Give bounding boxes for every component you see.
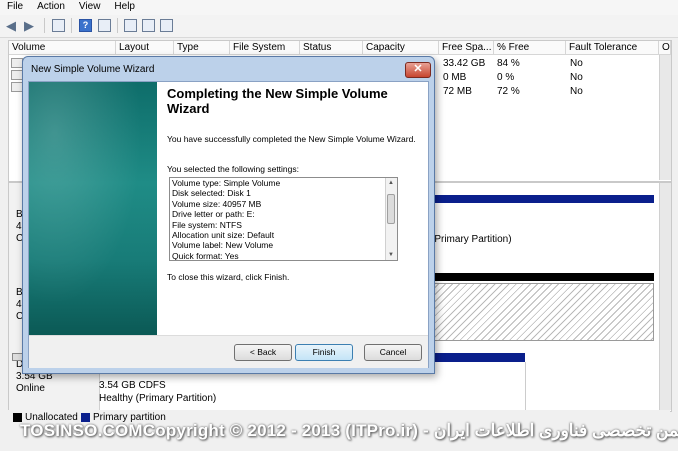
menu-file[interactable]: File	[0, 0, 30, 15]
settings-line: File system: NTFS	[172, 219, 242, 230]
wizard-content: Completing the New Simple Volume Wizard …	[28, 81, 429, 368]
settings-line: Volume label: New Volume	[172, 240, 274, 251]
settings-line: Volume size: 40957 MB	[172, 198, 262, 209]
back-arrow-icon[interactable]: ◀	[6, 19, 19, 32]
settings-summary-box[interactable]: Volume type: Simple Volume Disk selected…	[169, 177, 398, 261]
settings-line: Volume type: Simple Volume	[172, 178, 281, 188]
settings-label: You selected the following settings:	[167, 164, 299, 174]
column-header-fault-tolerance[interactable]: Fault Tolerance	[566, 41, 659, 55]
toolbar-separator	[71, 18, 72, 33]
menu-bar: File Action View Help	[0, 0, 678, 15]
column-header-volume[interactable]: Volume	[9, 41, 116, 55]
menu-help[interactable]: Help	[107, 0, 142, 15]
partition-type-label: (Primary Partition)	[431, 234, 512, 245]
toolbar-separator	[44, 18, 45, 33]
column-header-file-system[interactable]: File System	[230, 41, 300, 55]
cd-status: Online	[16, 383, 45, 394]
menu-view[interactable]: View	[72, 0, 108, 15]
close-instruction-text: To close this wizard, click Finish.	[167, 272, 290, 282]
wizard-heading: Completing the New Simple Volume Wizard	[167, 86, 388, 116]
cd-health: Healthy (Primary Partition)	[99, 393, 217, 404]
fault-tolerance-cell: No	[570, 86, 583, 97]
help-icon[interactable]: ?	[79, 19, 92, 32]
console-tree-icon[interactable]	[52, 19, 65, 32]
scroll-up-icon[interactable]: ▲	[388, 180, 394, 186]
percent-free-cell: 0 %	[497, 72, 515, 83]
back-button[interactable]: < Back	[234, 344, 292, 361]
settings-line: Disk selected: Disk 1	[172, 188, 251, 199]
disk-label-fragment: 4	[16, 221, 22, 232]
toolbar-separator	[117, 18, 118, 33]
free-space-cell: 0 MB	[443, 72, 467, 83]
percent-free-cell: 72 %	[497, 86, 520, 97]
settings-scrollbar[interactable]: ▲ ▼	[385, 178, 397, 260]
refresh-icon[interactable]	[124, 19, 137, 32]
scroll-thumb[interactable]	[387, 194, 395, 224]
finish-button[interactable]: Finish	[295, 344, 353, 361]
free-space-cell: 72 MB	[443, 86, 472, 97]
wizard-side-banner	[29, 82, 157, 335]
column-header-overhead[interactable]: O	[659, 41, 671, 55]
scroll-down-icon[interactable]: ▼	[388, 252, 394, 258]
properties-icon[interactable]	[98, 19, 111, 32]
fault-tolerance-cell: No	[570, 58, 583, 69]
cd-file-system: 3.54 GB CDFS	[99, 380, 166, 391]
export-icon[interactable]	[142, 19, 155, 32]
column-header-layout[interactable]: Layout	[116, 41, 174, 55]
settings-line: Allocation unit size: Default	[172, 230, 275, 241]
watermark-text: TOSINSO.COMCopyright © 2012 - 2013 (ITPr…	[20, 421, 678, 440]
column-header-type[interactable]: Type	[174, 41, 230, 55]
settings-line: Drive letter or path: E:	[172, 209, 255, 220]
column-header-capacity[interactable]: Capacity	[363, 41, 439, 55]
forward-arrow-icon[interactable]: ▶	[24, 19, 37, 32]
partition-bar-unallocated	[424, 273, 654, 281]
wizard-intro-text: You have successfully completed the New …	[167, 134, 416, 144]
wizard-dialog: New Simple Volume Wizard ✕ Completing th…	[22, 56, 435, 374]
free-space-cell: 33.42 GB	[443, 58, 486, 69]
disk-map-scrollbar[interactable]	[659, 183, 671, 410]
fault-tolerance-cell: No	[570, 72, 583, 83]
column-header-percent-free[interactable]: % Free	[494, 41, 566, 55]
partition-bar-primary	[424, 195, 654, 203]
menu-action[interactable]: Action	[30, 0, 72, 15]
wizard-footer: < Back Finish Cancel	[29, 335, 428, 368]
column-header-status[interactable]: Status	[300, 41, 363, 55]
disk-label-fragment: 4	[16, 299, 22, 310]
settings-line: Quick format: Yes	[172, 250, 239, 261]
column-header-free-space[interactable]: Free Spa...	[439, 41, 494, 55]
unallocated-space[interactable]	[424, 283, 654, 341]
dialog-title: New Simple Volume Wizard	[31, 64, 155, 75]
percent-free-cell: 84 %	[497, 58, 520, 69]
close-icon[interactable]: ✕	[405, 62, 431, 78]
cancel-button[interactable]: Cancel	[364, 344, 422, 361]
volume-list-scrollbar[interactable]	[659, 55, 671, 180]
toolbar: ◀ ▶ ?	[0, 15, 678, 38]
settings-icon[interactable]	[160, 19, 173, 32]
